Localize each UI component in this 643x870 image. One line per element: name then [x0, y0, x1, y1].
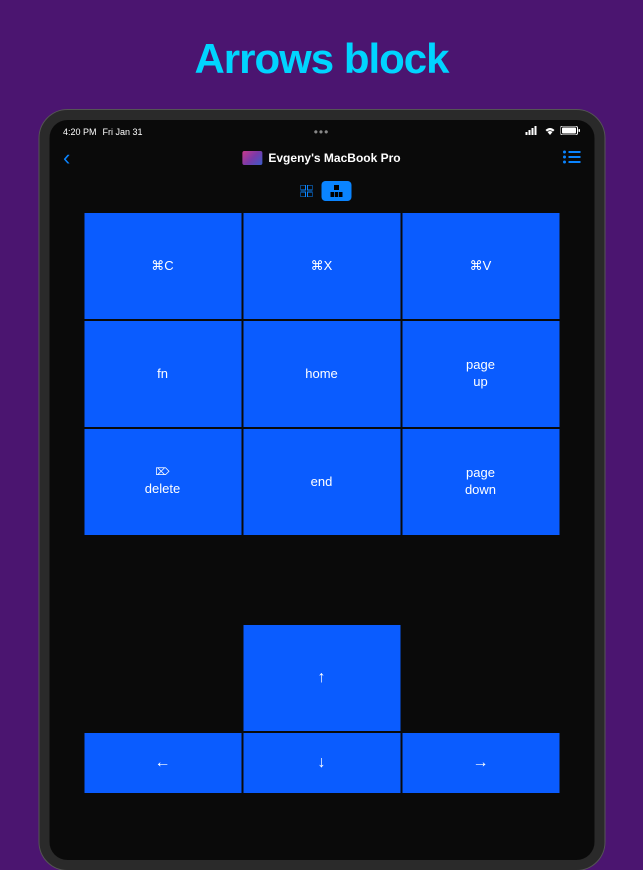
laptop-icon — [242, 151, 262, 165]
key-home[interactable]: home — [243, 321, 400, 427]
key-label: delete — [145, 481, 180, 498]
status-bar: 4:20 PM Fri Jan 31 ••• — [49, 120, 594, 139]
key-label: page — [466, 465, 495, 482]
key-paste[interactable]: ⌘V — [402, 213, 559, 319]
shortcut-grid: ⌘C ⌘X ⌘V fn home page up ⌦ delete end pa… — [49, 213, 594, 535]
signal-icon — [525, 126, 539, 137]
arrow-up[interactable]: ↑ — [243, 625, 400, 731]
toggle-option-2[interactable] — [322, 181, 352, 201]
arrow-empty — [402, 625, 559, 731]
arrow-left[interactable]: ← — [84, 733, 241, 793]
page-title: Arrows block — [0, 0, 643, 83]
key-label: up — [473, 374, 487, 391]
key-cut[interactable]: ⌘X — [243, 213, 400, 319]
nav-title: Evgeny's MacBook Pro — [268, 151, 400, 165]
key-page-down[interactable]: page down — [402, 429, 559, 535]
list-icon[interactable] — [562, 148, 580, 169]
screen: 4:20 PM Fri Jan 31 ••• ‹ Evgeny's Mac — [49, 120, 594, 860]
arrow-block: ↑ ← ↓ → — [49, 625, 594, 793]
delete-icon: ⌦ — [155, 466, 169, 479]
arrow-down[interactable]: ↓ — [243, 733, 400, 793]
ipad-frame: 4:20 PM Fri Jan 31 ••• ‹ Evgeny's Mac — [39, 110, 604, 870]
key-label: page — [466, 357, 495, 374]
status-time: 4:20 PM — [63, 127, 97, 137]
key-fn[interactable]: fn — [84, 321, 241, 427]
wifi-icon — [543, 126, 556, 137]
arrow-right[interactable]: → — [402, 733, 559, 793]
battery-icon — [560, 126, 580, 137]
status-date: Fri Jan 31 — [103, 127, 143, 137]
view-toggle — [49, 177, 594, 209]
key-delete[interactable]: ⌦ delete — [84, 429, 241, 535]
key-end[interactable]: end — [243, 429, 400, 535]
arrow-empty — [84, 625, 241, 731]
key-page-up[interactable]: page up — [402, 321, 559, 427]
key-copy[interactable]: ⌘C — [84, 213, 241, 319]
toggle-option-1[interactable] — [292, 181, 322, 201]
back-button[interactable]: ‹ — [63, 145, 70, 171]
key-label: down — [465, 482, 496, 499]
nav-bar: ‹ Evgeny's MacBook Pro — [49, 139, 594, 177]
multitask-dots[interactable]: ••• — [314, 125, 330, 139]
